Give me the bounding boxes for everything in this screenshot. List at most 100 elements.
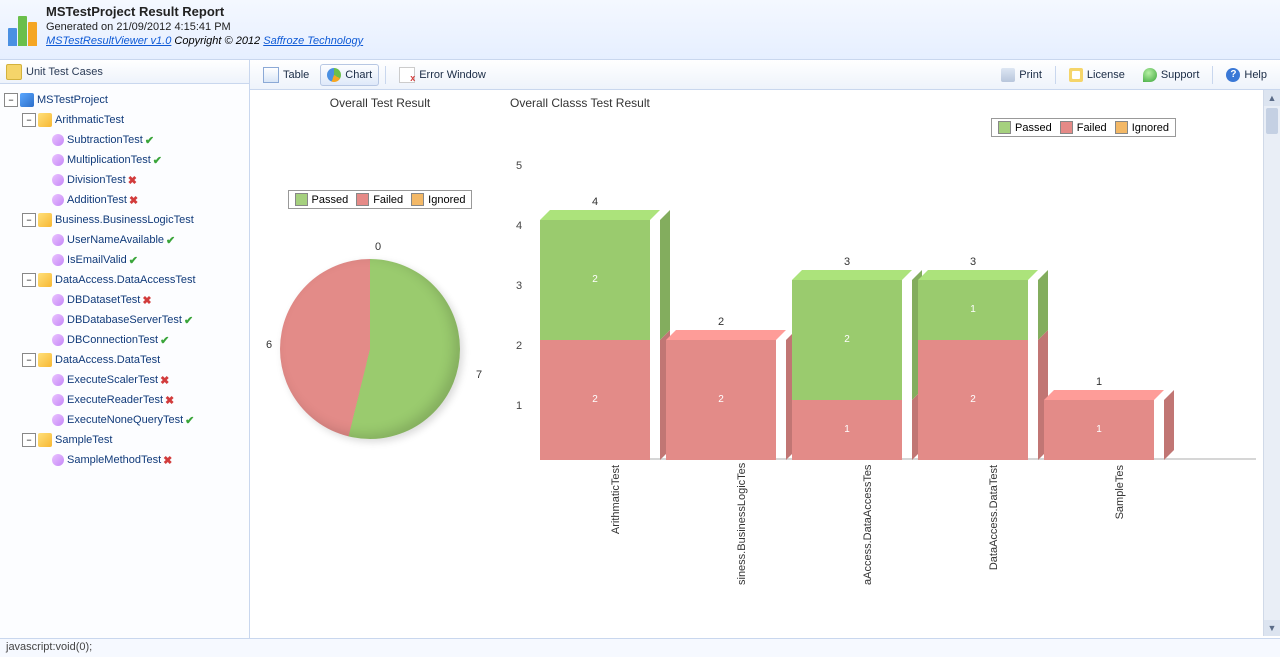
sidebar-title: Unit Test Cases [0, 60, 249, 84]
help-button[interactable]: Help [1219, 64, 1274, 86]
error-window-button[interactable]: Error Window [392, 64, 493, 86]
method-label[interactable]: IsEmailValid [67, 254, 127, 266]
method-label[interactable]: MultiplicationTest [67, 154, 151, 166]
tree-method[interactable]: DBConnectionTest✔ [52, 330, 245, 350]
credits-line: MSTestResultViewer v1.0 Copyright © 2012… [46, 35, 363, 47]
class-label[interactable]: DataAccess.DataTest [55, 354, 160, 366]
tree-method[interactable]: ExecuteReaderTest✖ [52, 390, 245, 410]
class-bar-chart: Overall Classs Test Result Passed Failed… [510, 90, 1266, 560]
collapse-icon[interactable]: − [22, 113, 36, 127]
tree-class[interactable]: − ArithmaticTest [22, 110, 245, 130]
tree-class[interactable]: − DataAccess.DataTest [22, 350, 245, 370]
tree-method[interactable]: ExecuteNoneQueryTest✔ [52, 410, 245, 430]
collapse-icon[interactable]: − [4, 93, 18, 107]
pie-graphic [280, 259, 460, 439]
toolbar-divider [385, 66, 386, 84]
tree-class[interactable]: − Business.BusinessLogicTest [22, 210, 245, 230]
tree-method[interactable]: ExecuteScalerTest✖ [52, 370, 245, 390]
toolbar-divider [1055, 66, 1056, 84]
support-button[interactable]: Support [1136, 64, 1207, 86]
pass-icon: ✔ [153, 154, 162, 167]
test-tree[interactable]: −MSTestProject−ArithmaticTestSubtraction… [0, 84, 249, 657]
method-label[interactable]: ExecuteNoneQueryTest [67, 414, 183, 426]
method-label[interactable]: ExecuteScalerTest [67, 374, 158, 386]
overall-title: Overall Test Result [260, 96, 500, 110]
table-button[interactable]: Table [256, 64, 316, 86]
method-label[interactable]: AdditionTest [67, 194, 127, 206]
class-label[interactable]: ArithmaticTest [55, 114, 124, 126]
overall-pie-chart: Overall Test Result Passed Failed Ignore… [260, 90, 500, 560]
class-label[interactable]: Business.BusinessLogicTest [55, 214, 194, 226]
swatch-failed [1060, 121, 1073, 134]
product-link[interactable]: MSTestResultViewer v1.0 [46, 35, 171, 47]
tree-method[interactable]: DivisionTest✖ [52, 170, 245, 190]
scroll-thumb[interactable] [1266, 108, 1278, 134]
collapse-icon[interactable]: − [22, 353, 36, 367]
method-icon [52, 374, 64, 386]
company-link[interactable]: Saffroze Technology [263, 35, 363, 47]
pass-icon: ✔ [166, 234, 175, 247]
swatch-ignored [1115, 121, 1128, 134]
copyright-text: Copyright © 2012 [171, 35, 263, 47]
chart-button[interactable]: Chart [320, 64, 379, 86]
method-icon [52, 394, 64, 406]
tree-method[interactable]: DBDatabaseServerTest✔ [52, 310, 245, 330]
print-icon [1001, 68, 1015, 82]
tree-method[interactable]: MultiplicationTest✔ [52, 150, 245, 170]
class-icon [38, 273, 52, 287]
scroll-up-arrow-icon[interactable]: ▲ [1264, 90, 1280, 106]
tree-method[interactable]: SampleMethodTest✖ [52, 450, 245, 470]
tree-method[interactable]: UserNameAvailable✔ [52, 230, 245, 250]
tree-icon [6, 64, 22, 80]
method-icon [52, 174, 64, 186]
method-label[interactable]: ExecuteReaderTest [67, 394, 163, 406]
scroll-down-arrow-icon[interactable]: ▼ [1264, 620, 1280, 636]
fail-icon: ✖ [165, 394, 174, 407]
collapse-icon[interactable]: − [22, 273, 36, 287]
license-icon [1069, 68, 1083, 82]
vertical-scrollbar[interactable]: ▲ ▼ [1263, 90, 1280, 636]
fail-icon: ✖ [163, 454, 172, 467]
method-label[interactable]: UserNameAvailable [67, 234, 164, 246]
class-icon [38, 433, 52, 447]
pie-label-failed: 6 [266, 339, 272, 351]
project-icon [20, 93, 34, 107]
method-label[interactable]: DBDatabaseServerTest [67, 314, 182, 326]
class-icon [38, 353, 52, 367]
method-icon [52, 134, 64, 146]
license-button[interactable]: License [1062, 64, 1132, 86]
class-icon [38, 213, 52, 227]
tree-method[interactable]: DBDatasetTest✖ [52, 290, 245, 310]
method-icon [52, 234, 64, 246]
class-icon [38, 113, 52, 127]
table-icon [263, 67, 279, 83]
tree-method[interactable]: IsEmailValid✔ [52, 250, 245, 270]
class-label[interactable]: SampleTest [55, 434, 112, 446]
collapse-icon[interactable]: − [22, 213, 36, 227]
project-label[interactable]: MSTestProject [37, 94, 108, 106]
method-label[interactable]: DBDatasetTest [67, 294, 140, 306]
tree-method[interactable]: AdditionTest✖ [52, 190, 245, 210]
method-label[interactable]: DBConnectionTest [67, 334, 158, 346]
tree-project[interactable]: − MSTestProject [4, 90, 245, 110]
swatch-passed [998, 121, 1011, 134]
tree-class[interactable]: − DataAccess.DataAccessTest [22, 270, 245, 290]
method-icon [52, 194, 64, 206]
pass-icon: ✔ [129, 254, 138, 267]
method-label[interactable]: SubtractionTest [67, 134, 143, 146]
sidebar-title-label: Unit Test Cases [26, 66, 103, 78]
status-bar: javascript:void(0); [0, 638, 1280, 657]
fail-icon: ✖ [128, 174, 137, 187]
class-label[interactable]: DataAccess.DataAccessTest [55, 274, 196, 286]
pie-label-ignored: 0 [375, 241, 381, 253]
error-icon [399, 67, 415, 83]
method-icon [52, 254, 64, 266]
app-logo-icon [8, 6, 40, 46]
collapse-icon[interactable]: − [22, 433, 36, 447]
method-label[interactable]: SampleMethodTest [67, 454, 161, 466]
tree-class[interactable]: − SampleTest [22, 430, 245, 450]
print-button[interactable]: Print [994, 64, 1049, 86]
toolbar-divider [1212, 66, 1213, 84]
method-label[interactable]: DivisionTest [67, 174, 126, 186]
tree-method[interactable]: SubtractionTest✔ [52, 130, 245, 150]
